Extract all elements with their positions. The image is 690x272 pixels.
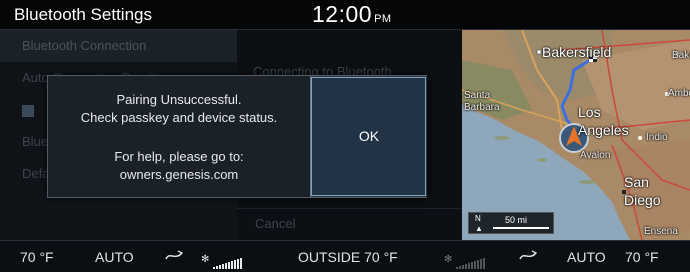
airflow-icon[interactable] (164, 249, 184, 266)
pairing-error-dialog: Pairing Unsuccessful. Check passkey and … (47, 75, 427, 198)
scale-bar (493, 227, 549, 229)
map-label-avalon: Avalon (580, 150, 611, 161)
dialog-message: Pairing Unsuccessful. Check passkey and … (48, 76, 310, 197)
map-label-santa: Santa (464, 90, 491, 101)
map-label-bake: Bake (672, 50, 690, 61)
map-scale: N ▲ 50 mi (468, 212, 554, 234)
clock: 12:00 PM (312, 1, 392, 28)
map-label-bakersfield: Bakersfield (542, 44, 612, 60)
map-label-amboy: Amboy (668, 88, 690, 99)
outside-temp-value: 70 °F (364, 249, 398, 265)
dialog-line-2: Check passkey and device status. (80, 110, 278, 125)
fan-speed-right[interactable]: ✻ (444, 249, 486, 269)
airflow-icon[interactable] (518, 249, 538, 266)
left-temperature[interactable]: 70 °F (20, 249, 54, 265)
menu-item-bluetooth-connection[interactable]: Bluetooth Connection (0, 30, 237, 62)
dialog-line-3: For help, please go to: (114, 149, 244, 164)
scale-distance: 50 mi (505, 215, 528, 225)
map-label-barbara: Barbara (464, 102, 500, 113)
navigation-map[interactable]: Bakersfield Bake Los Angeles Amboy Indio… (462, 30, 690, 240)
status-bar: Bluetooth Settings 12:00 PM (0, 0, 690, 30)
menu-item-label: Blue (22, 134, 49, 149)
ok-button[interactable]: OK (310, 76, 427, 197)
right-auto-button[interactable]: AUTO (567, 249, 606, 265)
climate-bar: 70 °F AUTO ✻ OUTSIDE 70 °F ✻ AUTO 70 °F (0, 240, 690, 272)
map-label-diego: Diego (624, 192, 661, 208)
map-label-los: Los (578, 104, 601, 120)
dialog-line-1: Pairing Unsuccessful. (116, 92, 242, 107)
fan-level-bars (213, 253, 243, 269)
north-arrow-icon: ▲ (475, 224, 483, 233)
page-title: Bluetooth Settings (14, 5, 152, 24)
menu-item-label: Defa (22, 166, 50, 181)
left-auto-button[interactable]: AUTO (95, 249, 134, 265)
outside-temperature: OUTSIDE 70 °F (298, 249, 398, 265)
dialog-line-4: owners.genesis.com (119, 167, 239, 182)
map-label-indio: Indio (646, 132, 668, 143)
map-label-angeles: Angeles (578, 122, 629, 138)
north-label: N (475, 214, 481, 223)
fan-level-bars (456, 253, 486, 269)
checkbox-icon[interactable] (22, 104, 34, 117)
map-label-ensena: Ensena (644, 226, 678, 237)
clock-ampm: PM (374, 13, 392, 25)
right-temperature[interactable]: 70 °F (625, 249, 659, 265)
clock-time: 12:00 (312, 1, 373, 27)
fan-icon: ✻ (444, 254, 453, 265)
menu-item-label: Bluetooth Connection (22, 38, 147, 53)
fan-icon: ✻ (201, 254, 210, 265)
outside-label: OUTSIDE (298, 249, 361, 265)
cancel-button[interactable]: Cancel (237, 208, 462, 238)
map-label-san: San (624, 174, 649, 190)
fan-speed-left[interactable]: ✻ (201, 249, 243, 269)
